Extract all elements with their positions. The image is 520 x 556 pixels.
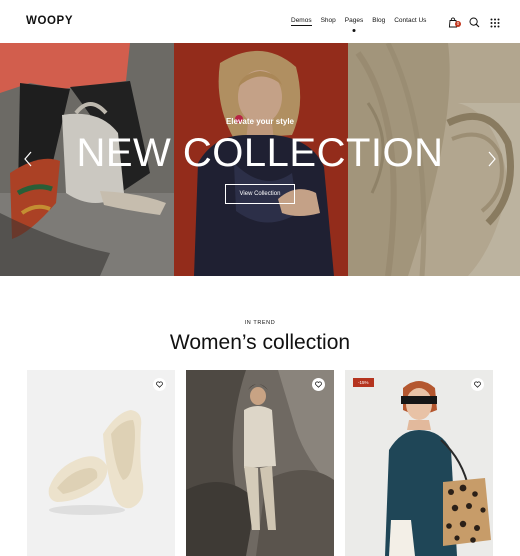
grid-menu-icon[interactable] [490,15,500,28]
logo[interactable]: WOOPY [26,15,73,27]
discount-badge: -15% [353,378,374,387]
hero-title: NEW COLLECTION [76,131,444,175]
nav-item-shop[interactable]: Shop [321,17,336,26]
cart-count-badge: 0 [455,21,461,27]
nav-item-contact[interactable]: Contact Us [394,17,426,26]
product-card[interactable] [27,370,175,556]
nav-item-demos[interactable]: Demos [291,17,312,26]
nav-item-pages[interactable]: Pages [344,17,364,32]
heart-icon[interactable] [153,378,166,391]
nav-indicator-dot [352,29,356,32]
product-card[interactable] [186,370,334,556]
bag-icon[interactable]: 0 [448,15,461,28]
chevron-right-icon[interactable] [486,151,498,167]
nav-item-blog[interactable]: Blog [372,17,385,26]
hero-subtitle: Elevate your style [225,117,295,126]
heart-icon[interactable] [312,378,325,391]
nav-item-pages-label: Pages [344,17,364,24]
section-title: Women’s collection [169,331,351,354]
product-image-woman-in-cave [186,370,334,556]
site-header: WOOPY Demos Shop Pages Blog Contact Us 0 [0,0,520,43]
product-card[interactable]: -15% [345,370,493,556]
section-eyebrow: IN TREND [244,320,276,326]
product-image-flat-shoes [27,370,175,556]
chevron-left-icon[interactable] [22,151,34,167]
search-icon[interactable] [469,15,480,28]
hero-slider: Elevate your style NEW COLLECTION View C… [0,43,520,276]
heart-icon[interactable] [471,378,484,391]
view-collection-button[interactable]: View Collection [225,184,295,204]
main-nav: Demos Shop Pages Blog Contact Us [291,17,435,32]
header-actions: 0 [448,15,500,28]
product-image-leopard-tote [345,370,493,556]
